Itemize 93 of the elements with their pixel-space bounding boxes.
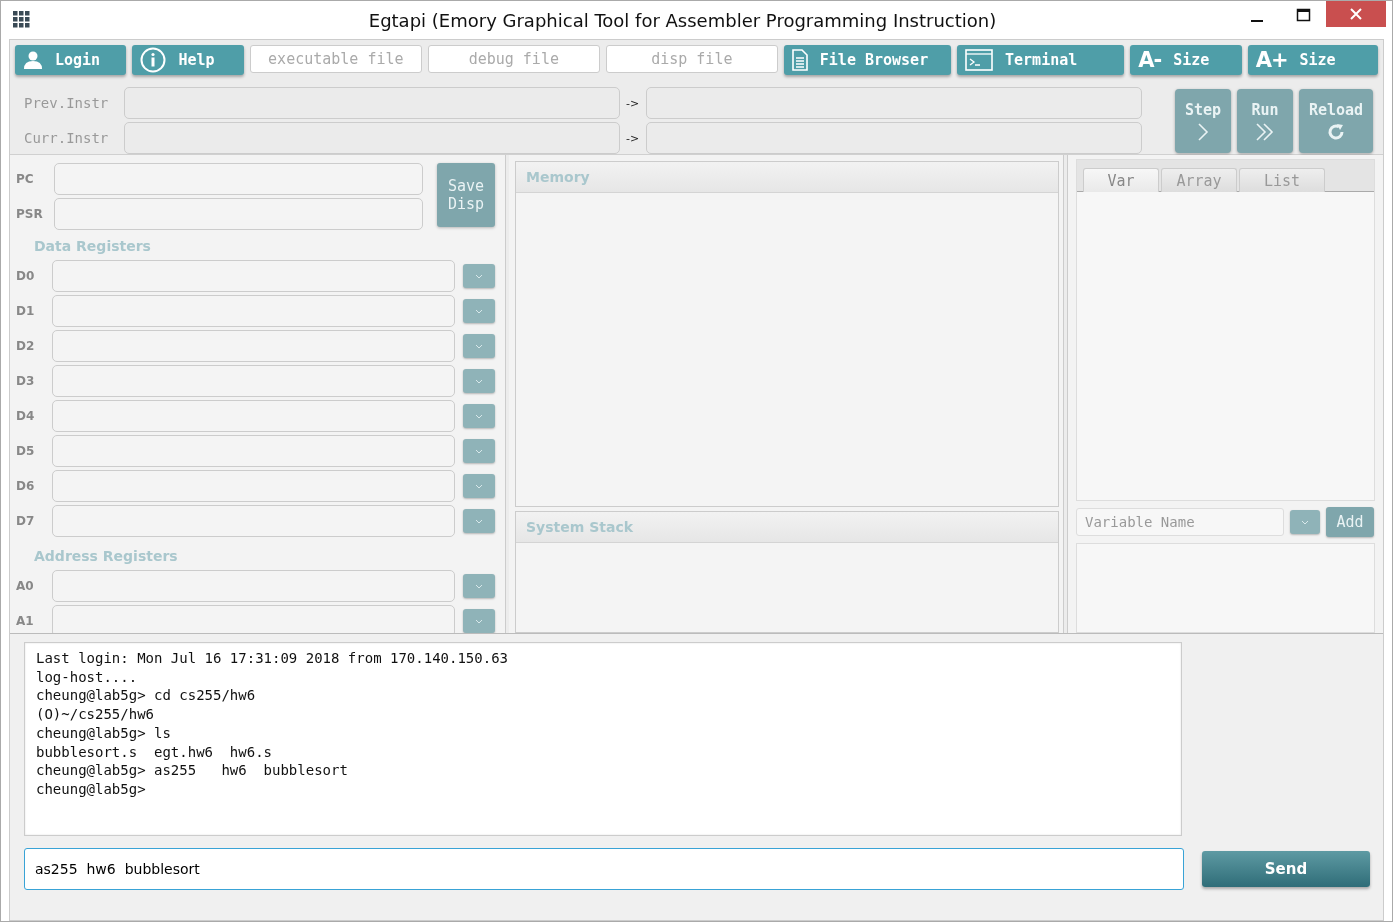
document-icon	[791, 49, 808, 71]
format-dropdown[interactable]	[463, 299, 495, 323]
terminal-icon	[965, 49, 994, 71]
caret-icon	[475, 343, 484, 349]
instruction-result-field[interactable]	[646, 122, 1142, 154]
caret-icon	[475, 618, 484, 624]
register-label: D4	[16, 409, 36, 423]
section-title: Data Registers	[33, 237, 152, 256]
register-label: D1	[16, 304, 36, 318]
double-chevron-icon	[1255, 123, 1275, 141]
format-dropdown[interactable]	[463, 334, 495, 358]
caret-icon	[475, 273, 484, 279]
register-label: D5	[16, 444, 36, 458]
caret-icon	[1301, 519, 1309, 525]
font-size-icon: A-	[1138, 48, 1162, 72]
register-label: PC	[16, 172, 35, 186]
register-label: D2	[16, 339, 36, 353]
toolbar-button[interactable]: A- Size	[1130, 45, 1242, 75]
format-dropdown[interactable]	[463, 264, 495, 288]
register-field[interactable]	[52, 605, 456, 633]
caret-icon	[475, 413, 484, 419]
register-field[interactable]	[52, 505, 456, 537]
register-field[interactable]	[52, 260, 456, 292]
register-field[interactable]	[52, 295, 456, 327]
terminal-line: (O)~/cs255/hw6	[36, 705, 155, 724]
format-dropdown[interactable]	[463, 609, 495, 633]
close-icon[interactable]	[1326, 1, 1386, 27]
terminal-line: bubblesort.s egt.hw6 hw6.s	[36, 742, 273, 762]
register-field[interactable]	[54, 163, 423, 195]
format-dropdown[interactable]	[463, 574, 495, 598]
register-field[interactable]	[52, 400, 456, 432]
register-label: D7	[16, 514, 36, 528]
terminal-line: cheung@lab5g> as255 hw6 bubblesort	[36, 761, 349, 780]
toolbar-button[interactable]: Help	[132, 45, 244, 75]
reload-icon	[1326, 123, 1346, 141]
register-field[interactable]	[52, 365, 456, 397]
register-label: D0	[16, 269, 36, 283]
terminal-line: Last login: Mon Jul 16 17:31:09 2018 from 170.140.150.63	[36, 649, 509, 668]
toolbar-button[interactable]: A+ Size	[1247, 45, 1378, 75]
toolbar-button[interactable]: Login	[15, 45, 127, 75]
font-size-icon: A+	[1255, 48, 1288, 72]
send-button[interactable]: Send	[1202, 851, 1370, 887]
command-input[interactable]: as255 hw6 bubblesort	[24, 848, 1184, 890]
register-label: PSR	[16, 207, 44, 221]
instruction-result-field[interactable]	[646, 87, 1142, 119]
terminal-line: cheung@lab5g> cd cs255/hw6	[36, 686, 257, 706]
caret-icon	[475, 518, 484, 524]
caret-icon	[475, 378, 484, 384]
toolbar-button[interactable]: File Browser	[783, 45, 952, 75]
terminal-line: cheung@lab5g>	[36, 779, 147, 799]
register-label: D3	[16, 374, 36, 388]
register-field[interactable]	[52, 330, 456, 362]
tab[interactable]: List	[1239, 168, 1325, 192]
format-dropdown[interactable]	[463, 439, 495, 463]
instruction-label: Prev.Instr	[24, 95, 110, 111]
chevron-icon	[1197, 123, 1209, 141]
register-field[interactable]	[54, 198, 423, 230]
arrow-text: ->	[626, 96, 640, 110]
register-label: D6	[16, 479, 36, 493]
terminal-line: cheung@lab5g> ls	[36, 723, 172, 743]
format-dropdown[interactable]	[463, 404, 495, 428]
file-field[interactable]: executable file	[249, 45, 422, 73]
arrow-text: ->	[626, 131, 640, 145]
register-label: A0	[16, 579, 35, 593]
type-dropdown[interactable]	[1290, 510, 1320, 534]
register-label: A1	[16, 614, 35, 628]
window-title: Egtapi (Emory Graphical Tool for Assembler Programming Instruction)	[367, 9, 998, 31]
register-field[interactable]	[52, 435, 456, 467]
format-dropdown[interactable]	[463, 509, 495, 533]
tab[interactable]: Array	[1161, 168, 1237, 192]
panel-title: Memory	[516, 162, 1058, 193]
format-dropdown[interactable]	[463, 474, 495, 498]
instruction-label: Curr.Instr	[24, 130, 110, 146]
caret-icon	[475, 448, 484, 454]
register-field[interactable]	[52, 570, 456, 602]
instruction-field[interactable]	[124, 122, 620, 154]
app-grid-icon	[13, 11, 31, 29]
toolbar-button[interactable]: Terminal	[957, 45, 1125, 75]
section-title: Address Registers	[33, 547, 179, 566]
caret-icon	[475, 308, 484, 314]
register-field[interactable]	[52, 470, 456, 502]
file-field[interactable]: disp file	[605, 45, 778, 73]
format-dropdown[interactable]	[463, 369, 495, 393]
instruction-field[interactable]	[124, 87, 620, 119]
variable-name-field[interactable]: Variable Name	[1076, 508, 1284, 536]
file-field[interactable]: debug file	[427, 45, 600, 73]
user-icon	[23, 51, 43, 69]
caret-icon	[475, 483, 484, 489]
terminal-line: log-host....	[36, 667, 139, 687]
tab[interactable]: Var	[1083, 168, 1159, 192]
caret-icon	[475, 583, 484, 589]
info-icon	[140, 47, 167, 73]
panel-title: System Stack	[516, 512, 1058, 543]
